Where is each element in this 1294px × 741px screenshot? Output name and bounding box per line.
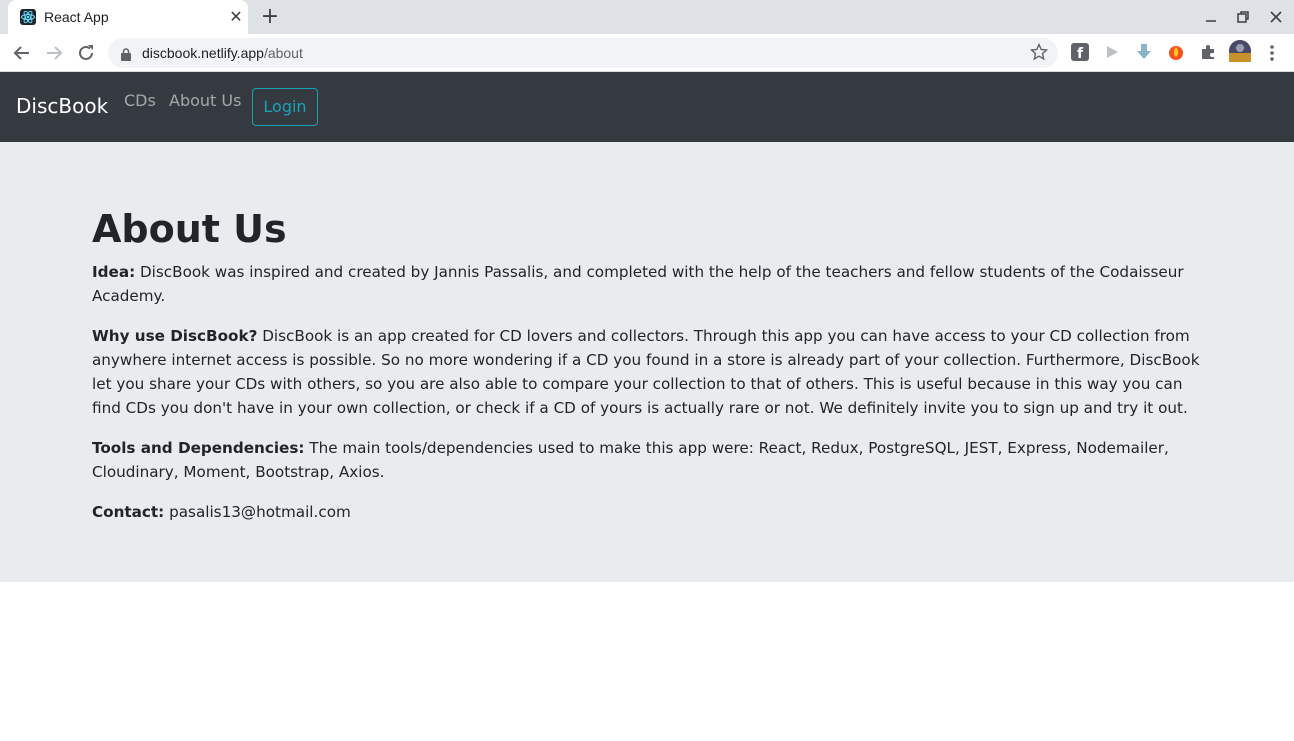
reload-icon[interactable] [73,40,99,66]
idea-label: Idea: [92,263,136,281]
lock-icon [121,46,131,61]
minimize-icon[interactable] [1201,7,1221,27]
close-tab-icon[interactable]: ✕ [226,7,246,27]
new-tab-button[interactable]: + [258,5,282,29]
login-button[interactable]: Login [252,88,318,126]
app-navbar: DiscBook CDs About Us Login [0,72,1294,142]
contact-paragraph: Contact: pasalis13@hotmail.com [92,500,1202,524]
brand-logo[interactable]: DiscBook [16,94,108,118]
page-title: About Us [92,207,287,251]
why-text: DiscBook is an app created for CD lovers… [92,327,1200,417]
tab-title: React App [44,9,109,25]
browser-tab[interactable]: React App ✕ [8,0,248,34]
url-text: discbook.netlify.app/about [142,45,303,61]
profile-avatar[interactable] [1229,40,1251,62]
tools-label: Tools and Dependencies: [92,439,305,457]
react-favicon-icon [20,9,36,25]
url-host: discbook.netlify.app [142,45,264,61]
fire-extension-icon[interactable] [1167,43,1185,61]
idea-paragraph: Idea: DiscBook was inspired and created … [92,260,1202,308]
menu-icon[interactable] [1262,41,1282,65]
play-extension-icon[interactable] [1103,43,1121,61]
svg-text:f: f [1077,46,1084,61]
nav-link-cds[interactable]: CDs [124,91,156,110]
why-paragraph: Why use DiscBook? DiscBook is an app cre… [92,324,1202,420]
back-arrow-icon[interactable] [9,40,35,66]
close-window-icon[interactable] [1266,7,1286,27]
contact-label: Contact: [92,503,165,521]
about-content: About Us Idea: DiscBook was inspired and… [92,206,1202,540]
address-bar[interactable]: discbook.netlify.app/about [108,38,1058,68]
browser-toolbar: discbook.netlify.app/about f [0,34,1294,72]
nav-link-about-us[interactable]: About Us [169,91,241,110]
idea-text: DiscBook was inspired and created by Jan… [92,263,1184,305]
tools-paragraph: Tools and Dependencies: The main tools/d… [92,436,1202,484]
extensions-puzzle-icon[interactable] [1199,43,1217,61]
url-path: /about [263,45,303,61]
why-label: Why use DiscBook? [92,327,258,345]
bookmark-star-icon[interactable] [1029,42,1049,66]
contact-email: pasalis13@hotmail.com [164,503,351,521]
browser-tab-bar: React App ✕ + [0,0,1294,34]
download-extension-icon[interactable] [1135,43,1153,61]
restore-icon[interactable] [1233,7,1253,27]
about-jumbotron: About Us Idea: DiscBook was inspired and… [0,142,1294,582]
forward-arrow-icon[interactable] [41,40,67,66]
facebook-extension-icon[interactable]: f [1071,43,1089,62]
